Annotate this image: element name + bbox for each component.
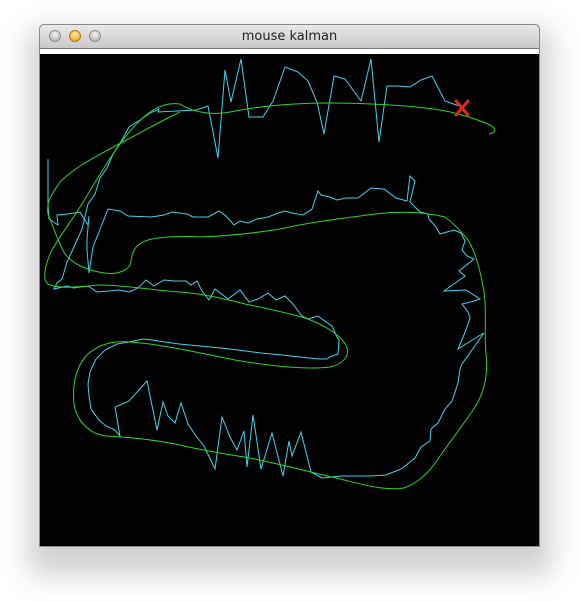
drawing-canvas[interactable]: [40, 54, 539, 546]
window-title: mouse kalman: [241, 29, 338, 44]
title-bar[interactable]: mouse kalman: [40, 25, 539, 49]
app-window: mouse kalman: [39, 24, 540, 547]
trajectory-plot: [40, 54, 539, 546]
